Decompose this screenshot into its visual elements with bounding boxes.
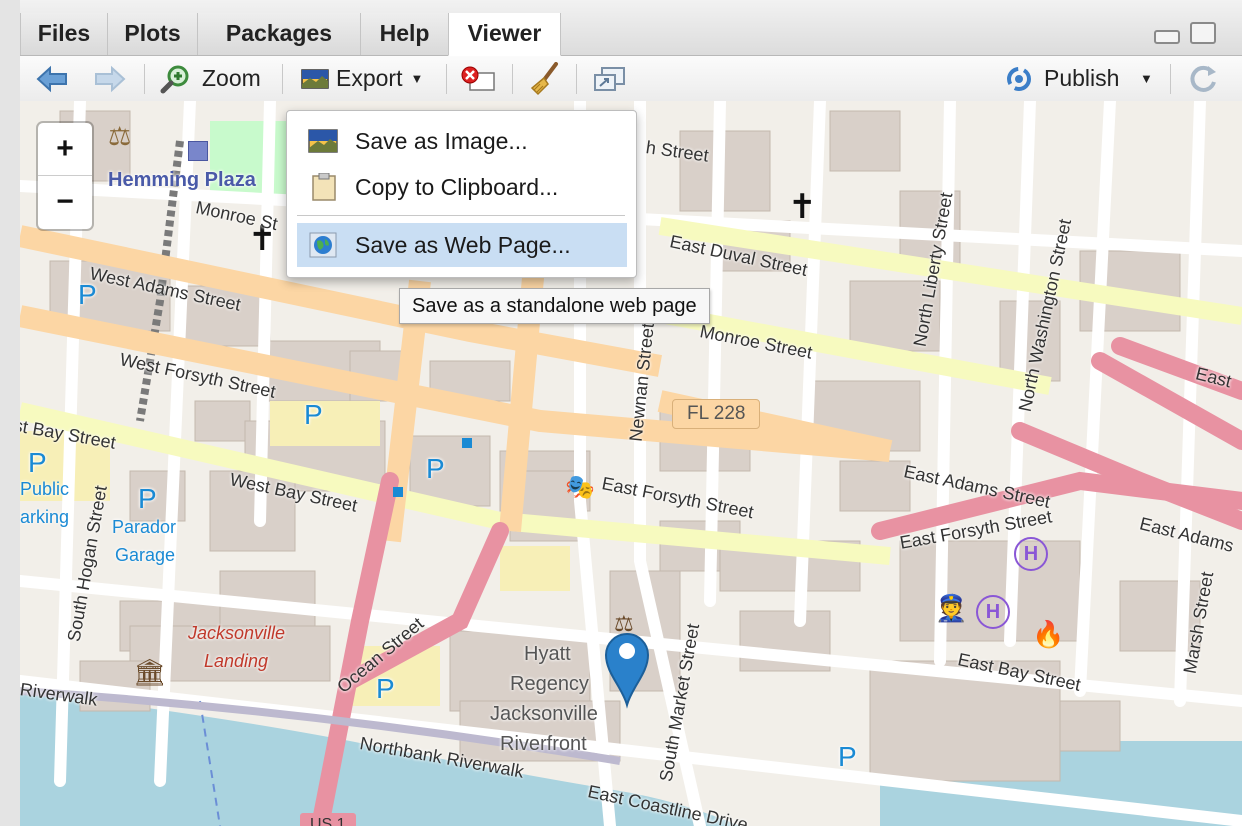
tab-bar: Files Plots Packages Help Viewer [20, 0, 1242, 56]
theatre-icon: 🎭 [565, 474, 595, 501]
viewer-toolbar: Zoom Export ▼ Publish ▼ [20, 56, 1242, 102]
tooltip: Save as a standalone web page [399, 288, 710, 324]
menu-item-copy-to-clipboard[interactable]: Copy to Clipboard... [297, 165, 627, 209]
menu-item-save-as-image[interactable]: Save as Image... [297, 119, 627, 163]
zoom-icon [160, 65, 189, 93]
refresh-button[interactable] [1186, 56, 1220, 101]
jacksonville-landing-label: Landing [204, 651, 269, 671]
publish-dropdown-icon[interactable]: ▼ [1140, 56, 1153, 101]
hemming-plaza-label: Hemming Plaza [108, 169, 256, 191]
zoom-out-button[interactable]: − [38, 176, 92, 228]
museum-icon: 🏛 [133, 657, 167, 687]
selected-point [393, 487, 403, 497]
export-label: Export [336, 65, 403, 91]
export-dropdown-icon: ▼ [410, 71, 424, 86]
tab-files[interactable]: Files [20, 13, 108, 55]
menu-item-label: Copy to Clipboard... [355, 173, 559, 200]
public-parking-label: arking [20, 507, 70, 527]
viewer-pane: Files Plots Packages Help Viewer Zoom Ex… [20, 0, 1242, 826]
public-parking-label: Public [20, 479, 70, 499]
toolbar-separator [144, 64, 145, 94]
remove-page-icon [461, 66, 495, 91]
hyatt-label: Regency [510, 673, 589, 695]
courthouse-icon: ⚖ [108, 121, 132, 151]
selected-point [462, 438, 472, 448]
parking-icon: P [376, 673, 395, 704]
hyatt-label: Hyatt [524, 643, 571, 665]
hospital-icon: H [976, 595, 1010, 629]
publish-button[interactable]: Publish [1002, 56, 1119, 101]
menu-item-save-as-web-page[interactable]: Save as Web Page... [297, 223, 627, 267]
refresh-icon [1190, 65, 1216, 92]
clear-all-button[interactable] [526, 56, 562, 101]
forward-arrow-icon [95, 65, 126, 92]
parador-garage-label: Parador [112, 517, 177, 537]
back-arrow-icon [36, 65, 67, 92]
clipboard-icon [312, 173, 336, 201]
export-menu: Save as Image... Copy to Clipboard... Sa… [286, 110, 637, 278]
toolbar-separator [446, 64, 447, 94]
publish-label: Publish [1044, 65, 1120, 91]
broom-icon [530, 61, 558, 95]
hospital-icon: H [1014, 537, 1048, 571]
globe-icon [309, 232, 337, 258]
parking-icon: P [138, 483, 157, 514]
publish-icon [1007, 66, 1031, 91]
toolbar-separator [1170, 64, 1171, 94]
church-icon: ✝ [788, 188, 817, 226]
map-marker-icon[interactable] [602, 629, 652, 709]
toolbar-separator [282, 64, 283, 94]
tab-plots[interactable]: Plots [107, 13, 198, 55]
parador-garage-label: Garage [115, 545, 176, 565]
hyatt-label: Riverfront [500, 733, 587, 755]
zoom-control: + − [38, 123, 92, 229]
menu-item-label: Save as Web Page... [355, 231, 571, 258]
menu-separator [297, 215, 625, 216]
toolbar-separator [512, 64, 513, 94]
tab-packages[interactable]: Packages [197, 13, 361, 55]
us-1-shield: US 1 [300, 813, 356, 826]
parking-icon: P [304, 399, 323, 430]
zoom-in-button[interactable]: + [38, 123, 92, 176]
police-icon: 👮 [935, 593, 968, 623]
zoom-label: Zoom [202, 65, 261, 91]
parking-icon: P [426, 453, 445, 484]
maximize-pane-icon[interactable] [1190, 22, 1216, 44]
tab-viewer[interactable]: Viewer [448, 13, 561, 56]
fl-228-shield: FL 228 [672, 399, 761, 429]
minimize-pane-icon[interactable] [1154, 30, 1180, 44]
parking-lot [500, 546, 570, 591]
tab-help[interactable]: Help [360, 13, 449, 55]
forward-button[interactable] [92, 56, 128, 101]
toolbar-separator [576, 64, 577, 94]
export-button[interactable]: Export ▼ [300, 56, 423, 101]
image-icon [308, 129, 338, 153]
jacksonville-landing-label: Jacksonville [188, 623, 286, 643]
menu-item-label: Save as Image... [355, 127, 528, 154]
parking-lot [270, 401, 380, 446]
parking-icon: P [838, 741, 857, 772]
back-button[interactable] [34, 56, 70, 101]
show-in-window-button[interactable] [590, 56, 630, 101]
parking-icon: P [28, 447, 47, 478]
zoom-button[interactable]: Zoom [160, 56, 261, 101]
transit-stop-icon [188, 141, 208, 161]
remove-viewer-button[interactable] [460, 56, 500, 101]
popout-window-icon [594, 66, 625, 91]
hyatt-label: Jacksonville [490, 703, 598, 725]
export-image-icon [301, 68, 329, 89]
fire-station-icon: 🔥 [1032, 619, 1065, 649]
